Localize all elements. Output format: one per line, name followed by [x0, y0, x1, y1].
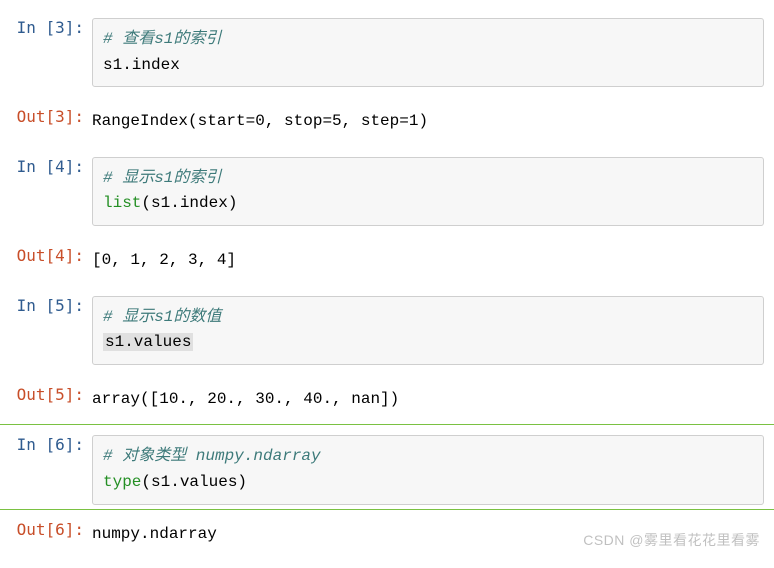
code-input[interactable]: # 对象类型 numpy.ndarray type(s1.values): [92, 435, 764, 504]
output-cell: Out[6]: numpy.ndarray: [0, 510, 774, 560]
output-prompt: Out[4]:: [0, 242, 92, 269]
code-cell[interactable]: In [5]: # 显示s1的数值 s1.values: [0, 286, 774, 375]
output-text: numpy.ndarray: [92, 520, 764, 550]
input-prompt: In [3]:: [0, 14, 92, 41]
code-cell-selected[interactable]: In [6]: # 对象类型 numpy.ndarray type(s1.val…: [0, 424, 774, 509]
output-text: array([10., 20., 30., 40., nan]): [92, 385, 764, 415]
output-prompt: Out[5]:: [0, 381, 92, 408]
code-comment: # 显示s1的索引: [103, 169, 221, 187]
input-prompt: In [6]:: [0, 431, 92, 458]
code-comment: # 对象类型 numpy.ndarray: [103, 447, 321, 465]
code-cell[interactable]: In [4]: # 显示s1的索引 list(s1.index): [0, 147, 774, 236]
builtin-func: list: [103, 194, 141, 212]
output-cell: Out[3]: RangeIndex(start=0, stop=5, step…: [0, 97, 774, 147]
output-cell: Out[4]: [0, 1, 2, 3, 4]: [0, 236, 774, 286]
code-comment: # 查看s1的索引: [103, 30, 221, 48]
code-expression-selected: s1.values: [103, 333, 193, 351]
output-prompt: Out[3]:: [0, 103, 92, 130]
code-args: (s1.values): [141, 473, 247, 491]
output-text: [0, 1, 2, 3, 4]: [92, 246, 764, 276]
output-text: RangeIndex(start=0, stop=5, step=1): [92, 107, 764, 137]
code-input[interactable]: # 显示s1的数值 s1.values: [92, 296, 764, 365]
code-expression: s1.index: [103, 56, 180, 74]
code-cell[interactable]: In [3]: # 查看s1的索引 s1.index: [0, 8, 774, 97]
builtin-func: type: [103, 473, 141, 491]
input-prompt: In [4]:: [0, 153, 92, 180]
code-comment: # 显示s1的数值: [103, 308, 221, 326]
code-args: (s1.index): [141, 194, 237, 212]
code-input[interactable]: # 查看s1的索引 s1.index: [92, 18, 764, 87]
output-cell: Out[5]: array([10., 20., 30., 40., nan]): [0, 375, 774, 425]
input-prompt: In [5]:: [0, 292, 92, 319]
jupyter-notebook: In [3]: # 查看s1的索引 s1.index Out[3]: Range…: [0, 0, 774, 559]
code-input[interactable]: # 显示s1的索引 list(s1.index): [92, 157, 764, 226]
output-prompt: Out[6]:: [0, 516, 92, 543]
